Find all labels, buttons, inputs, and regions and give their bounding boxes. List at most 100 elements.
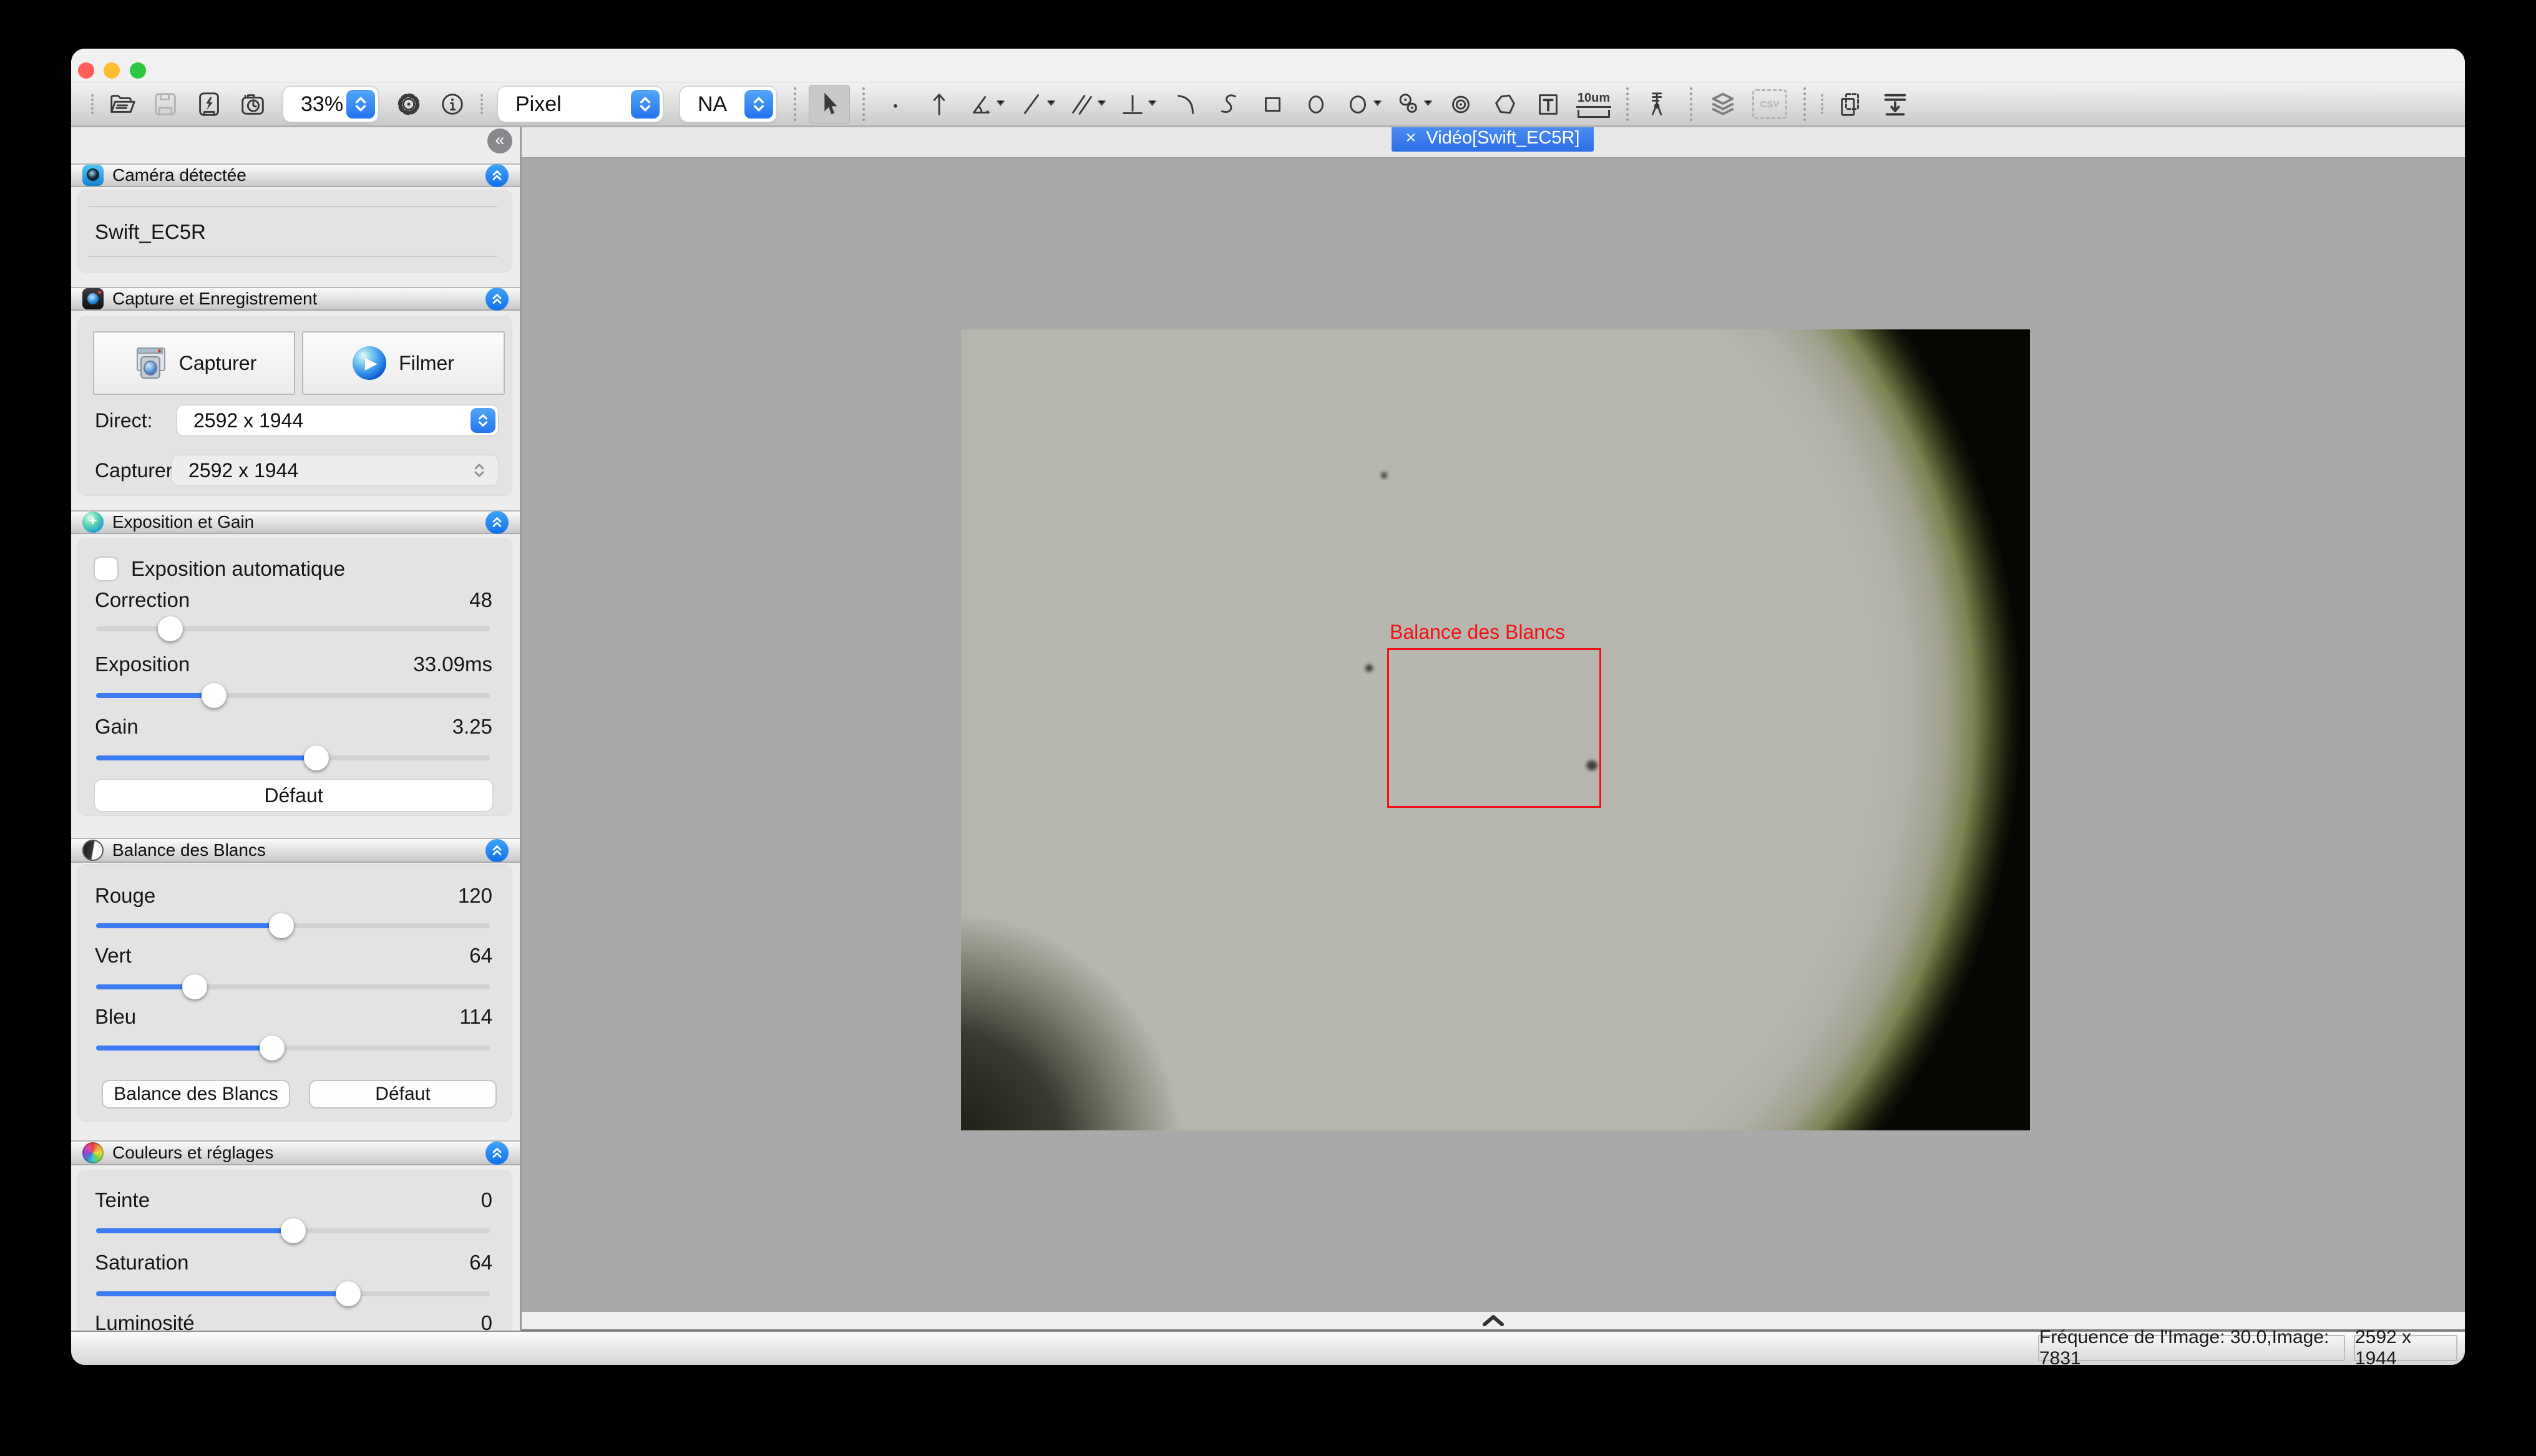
exposure-slider[interactable] <box>96 693 490 698</box>
open-folder-icon[interactable] <box>107 90 136 119</box>
saturation-slider[interactable] <box>96 1291 490 1296</box>
collapse-panel-button[interactable] <box>485 511 509 534</box>
slider-row: Rouge 120 <box>95 883 492 908</box>
white-balance-roi-label: Balance des Blancs <box>1390 621 1565 644</box>
stepper-icon[interactable] <box>744 90 773 119</box>
panel-header-exposure[interactable]: + Exposition et Gain <box>71 510 520 534</box>
stepper-disabled-icon <box>467 458 492 483</box>
layers-icon[interactable] <box>1709 90 1737 119</box>
annulus-tool-group[interactable] <box>1394 90 1433 119</box>
correction-slider[interactable] <box>96 626 490 631</box>
slider-row: Saturation 64 <box>95 1250 492 1275</box>
text-tool-icon[interactable] <box>1534 90 1563 119</box>
angle-tool-group[interactable] <box>967 90 1006 119</box>
stepper-icon[interactable] <box>471 408 495 433</box>
collapse-panel-button[interactable] <box>485 288 509 311</box>
line-tool-group[interactable] <box>1017 90 1056 119</box>
video-tab[interactable]: × Vidéo[Swift_EC5R] <box>1392 127 1594 152</box>
slider-thumb[interactable] <box>336 1281 361 1306</box>
slider-thumb[interactable] <box>304 745 329 770</box>
white-balance-default-button[interactable]: Défaut <box>310 1081 495 1107</box>
line-tool-icon <box>1017 90 1046 119</box>
measurement-settings-icon[interactable] <box>1645 90 1674 119</box>
concentric-circles-tool-icon[interactable] <box>1446 90 1475 119</box>
save-video-icon[interactable] <box>195 90 223 119</box>
point-tool-icon[interactable] <box>881 90 910 119</box>
parallel-lines-tool-group[interactable] <box>1068 90 1107 119</box>
titlebar <box>71 49 2465 83</box>
panel-title: Balance des Blancs <box>112 840 485 860</box>
save-icon[interactable] <box>151 90 180 119</box>
capture-button[interactable]: Capturer <box>93 331 295 395</box>
slider-thumb[interactable] <box>158 616 183 641</box>
export-csv-icon[interactable]: CSV <box>1752 89 1787 119</box>
toolbar-drag-handle <box>1821 94 1823 114</box>
slider-row: Bleu 114 <box>95 1004 492 1029</box>
copy-icon[interactable] <box>1837 90 1866 119</box>
pointer-tool-selected[interactable] <box>809 85 850 124</box>
arc-tool-icon[interactable] <box>1171 90 1199 119</box>
auto-exposure-checkbox[interactable] <box>95 558 117 580</box>
sidebar-collapse-button[interactable]: « <box>487 129 512 153</box>
zoom-window-button[interactable] <box>130 62 146 79</box>
ellipse-tool-icon[interactable] <box>1302 90 1330 119</box>
close-tab-icon[interactable]: × <box>1405 128 1416 148</box>
export-image-icon[interactable] <box>1881 90 1909 119</box>
green-slider[interactable] <box>96 984 490 989</box>
settings-gear-icon[interactable] <box>394 90 423 119</box>
hue-slider[interactable] <box>96 1228 490 1233</box>
polygon-tool-icon[interactable] <box>1490 90 1519 119</box>
panel-title: Capture et Enregistrement <box>112 289 485 309</box>
slider-thumb[interactable] <box>281 1218 306 1243</box>
camera-device-row[interactable]: Swift_EC5R <box>95 220 492 245</box>
blue-slider[interactable] <box>96 1046 490 1051</box>
slider-thumb[interactable] <box>269 913 294 938</box>
curve-tool-icon[interactable] <box>1214 90 1243 119</box>
slider-label: Correction <box>95 588 190 612</box>
toolbar-separator <box>862 87 865 121</box>
record-button[interactable]: ▶ Filmer <box>302 331 505 395</box>
collapse-panel-button[interactable] <box>485 164 509 187</box>
red-slider[interactable] <box>96 923 490 928</box>
objective-na-select[interactable]: NA <box>680 87 776 122</box>
stepper-icon[interactable] <box>631 90 660 119</box>
chevron-down-icon[interactable] <box>1096 97 1107 111</box>
perpendicular-tool-group[interactable] <box>1118 90 1158 119</box>
zoom-level-select[interactable]: 33% <box>283 87 378 122</box>
circle-tool-group[interactable] <box>1344 90 1383 119</box>
close-window-button[interactable] <box>78 62 94 79</box>
gain-slider[interactable] <box>96 755 490 760</box>
minimize-window-button[interactable] <box>104 62 120 79</box>
slider-thumb[interactable] <box>182 974 207 999</box>
circle-tool-icon <box>1344 90 1372 119</box>
slider-thumb[interactable] <box>202 683 227 708</box>
chevron-down-icon[interactable] <box>995 97 1006 111</box>
slider-thumb[interactable] <box>260 1036 285 1060</box>
white-balance-roi[interactable] <box>1387 648 1601 808</box>
auto-exposure-row[interactable]: Exposition automatique <box>95 555 492 583</box>
unit-select[interactable]: Pixel <box>498 87 663 122</box>
stepper-icon[interactable] <box>346 90 375 119</box>
arrow-tool-icon[interactable] <box>925 90 953 119</box>
slider-value: 0 <box>481 1311 492 1331</box>
capture-timer-icon[interactable] <box>238 90 267 119</box>
panel-header-white-balance[interactable]: Balance des Blancs <box>71 838 520 863</box>
live-video-frame[interactable]: Balance des Blancs <box>961 329 2030 1130</box>
chevron-down-icon[interactable] <box>1372 97 1383 111</box>
collapse-panel-button[interactable] <box>485 1142 509 1165</box>
camera-panel-body: Swift_EC5R <box>77 190 512 273</box>
chevron-down-icon[interactable] <box>1046 97 1056 111</box>
scale-bar-tool-icon[interactable]: 10um <box>1578 91 1610 118</box>
toolbar-separator <box>1803 87 1806 121</box>
rectangle-tool-icon[interactable] <box>1258 90 1287 119</box>
chevron-down-icon[interactable] <box>1147 97 1158 111</box>
panel-header-colors[interactable]: Couleurs et réglages <box>71 1140 520 1165</box>
panel-header-camera[interactable]: Caméra détectée <box>71 163 520 187</box>
white-balance-button[interactable]: Balance des Blancs <box>103 1081 289 1107</box>
collapse-panel-button[interactable] <box>485 839 509 862</box>
chevron-down-icon[interactable] <box>1423 97 1433 111</box>
live-resolution-select[interactable]: 2592 x 1944 <box>177 405 498 435</box>
info-icon[interactable] <box>438 90 467 119</box>
panel-header-capture[interactable]: Capture et Enregistrement <box>71 287 520 311</box>
exposure-default-button[interactable]: Défaut <box>95 780 492 811</box>
